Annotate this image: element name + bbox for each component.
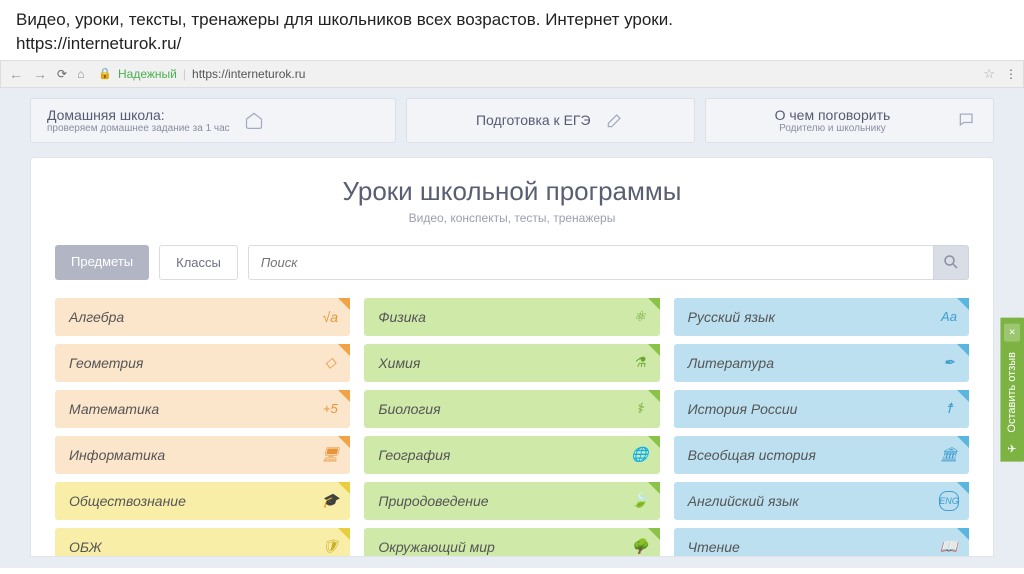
caption-line2: https://interneturok.ru/ bbox=[16, 32, 1008, 56]
banner-home-school[interactable]: Домашняя школа: проверяем домашнее задан… bbox=[30, 98, 396, 143]
banner-title: О чем поговорить bbox=[722, 107, 943, 123]
address-bar[interactable]: 🔒 Надежный | https://interneturok.ru bbox=[98, 67, 305, 81]
main-content: Уроки школьной программы Видео, конспект… bbox=[30, 157, 994, 557]
subject-label: Литература bbox=[688, 355, 774, 371]
chat-icon bbox=[957, 110, 977, 130]
banner-title: Подготовка к ЕГЭ bbox=[476, 112, 591, 128]
subject-label: Чтение bbox=[688, 539, 740, 555]
atom-icon: ⚛ bbox=[630, 307, 650, 327]
subject-world[interactable]: Окружающий мир 🌳 bbox=[364, 528, 659, 557]
subject-nature[interactable]: Природоведение 🍃 bbox=[364, 482, 659, 520]
subject-reading[interactable]: Чтение 📖 bbox=[674, 528, 969, 557]
banner-ege[interactable]: Подготовка к ЕГЭ bbox=[406, 98, 695, 143]
filter-controls: Предметы Классы bbox=[55, 245, 969, 280]
banner-talk[interactable]: О чем поговорить Родителю и школьнику bbox=[705, 98, 994, 143]
reload-icon[interactable]: ⟳ bbox=[57, 67, 67, 81]
tab-classes[interactable]: Классы bbox=[159, 245, 238, 280]
browser-toolbar: ← → ⟳ ⌂ 🔒 Надежный | https://interneturo… bbox=[0, 60, 1024, 88]
promo-banners: Домашняя школа: проверяем домашнее задан… bbox=[0, 98, 1024, 143]
subject-literature[interactable]: Литература ✒ bbox=[674, 344, 969, 382]
subject-english[interactable]: Английский язык ENG bbox=[674, 482, 969, 520]
subject-label: География bbox=[378, 447, 450, 463]
subject-label: Алгебра bbox=[69, 309, 124, 325]
edit-icon bbox=[605, 110, 625, 130]
feedback-label: Оставить отзыв bbox=[1006, 352, 1018, 433]
subject-informatics[interactable]: Информатика 🖥 bbox=[55, 436, 350, 474]
search-input[interactable] bbox=[248, 245, 933, 280]
subject-label: Химия bbox=[378, 355, 420, 371]
banner-subtitle: Родителю и школьнику bbox=[722, 123, 943, 134]
subject-label: Физика bbox=[378, 309, 426, 325]
paperplane-icon: ✈ bbox=[1007, 442, 1016, 455]
banner-title: Домашняя школа: bbox=[47, 107, 230, 123]
page-subtitle: Видео, конспекты, тесты, тренажеры bbox=[55, 211, 969, 225]
shield-icon: 🛡 bbox=[320, 537, 340, 557]
url-text: https://interneturok.ru bbox=[192, 67, 305, 81]
quill-icon: ✒ bbox=[939, 353, 959, 373]
church-icon: ☨ bbox=[939, 399, 959, 419]
dna-icon: ⚕ bbox=[630, 399, 650, 419]
caption-line1: Видео, уроки, тексты, тренажеры для школ… bbox=[16, 8, 1008, 32]
search-button[interactable] bbox=[933, 245, 969, 280]
security-label: Надежный bbox=[118, 67, 177, 81]
forward-icon[interactable]: → bbox=[33, 66, 47, 82]
subject-obzh[interactable]: ОБЖ 🛡 bbox=[55, 528, 350, 557]
subject-chemistry[interactable]: Химия ⚗ bbox=[364, 344, 659, 382]
book-icon: 📖 bbox=[939, 537, 959, 557]
flask-icon: ⚗ bbox=[630, 353, 650, 373]
search-box bbox=[248, 245, 969, 280]
subject-label: Природоведение bbox=[378, 493, 488, 509]
subject-label: Информатика bbox=[69, 447, 165, 463]
gradcap-icon: 🎓 bbox=[320, 491, 340, 511]
globe-icon: 🌐 bbox=[630, 445, 650, 465]
feedback-tab[interactable]: ✈ Оставить отзыв × bbox=[1000, 318, 1024, 462]
slide-caption: Видео, уроки, тексты, тренажеры для школ… bbox=[0, 0, 1024, 60]
page-title: Уроки школьной программы bbox=[55, 176, 969, 207]
bookmark-icon[interactable]: ☆ bbox=[983, 66, 995, 82]
subject-history[interactable]: Всеобщая история 🏛 bbox=[674, 436, 969, 474]
leaf-icon: 🍃 bbox=[630, 491, 650, 511]
subject-physics[interactable]: Физика ⚛ bbox=[364, 298, 659, 336]
house-icon bbox=[244, 110, 264, 130]
sqrt-icon: √a bbox=[320, 307, 340, 327]
tree-icon: 🌳 bbox=[630, 537, 650, 557]
subject-label: Русский язык bbox=[688, 309, 775, 325]
subject-label: Обществознание bbox=[69, 493, 186, 509]
letters-icon: Аа bbox=[939, 307, 959, 327]
subject-label: Геометрия bbox=[69, 355, 143, 371]
tab-subjects[interactable]: Предметы bbox=[55, 245, 149, 280]
plus5-icon: +5 bbox=[320, 399, 340, 419]
subject-russian[interactable]: Русский язык Аа bbox=[674, 298, 969, 336]
subject-biology[interactable]: Биология ⚕ bbox=[364, 390, 659, 428]
search-icon bbox=[942, 253, 960, 271]
subject-social[interactable]: Обществознание 🎓 bbox=[55, 482, 350, 520]
columns-icon: 🏛 bbox=[939, 445, 959, 465]
subject-history-ru[interactable]: История России ☨ bbox=[674, 390, 969, 428]
subject-algebra[interactable]: Алгебра √a bbox=[55, 298, 350, 336]
menu-icon[interactable]: ⋮ bbox=[1005, 67, 1015, 81]
subject-label: ОБЖ bbox=[69, 539, 102, 555]
subject-label: Биология bbox=[378, 401, 440, 417]
home-icon[interactable]: ⌂ bbox=[77, 67, 84, 81]
shapes-icon: ◇ bbox=[320, 353, 340, 373]
subject-geography[interactable]: География 🌐 bbox=[364, 436, 659, 474]
subject-label: Всеобщая история bbox=[688, 447, 816, 463]
subject-label: Английский язык bbox=[688, 493, 799, 509]
subject-label: Математика bbox=[69, 401, 159, 417]
eng-icon: ENG bbox=[939, 491, 959, 511]
subjects-grid: Алгебра √a Физика ⚛ Русский язык Аа Геометр… bbox=[55, 298, 969, 557]
subject-math[interactable]: Математика +5 bbox=[55, 390, 350, 428]
subject-geometry[interactable]: Геометрия ◇ bbox=[55, 344, 350, 382]
close-icon[interactable]: × bbox=[1004, 324, 1020, 342]
monitor-icon: 🖥 bbox=[320, 445, 340, 465]
back-icon[interactable]: ← bbox=[9, 66, 23, 82]
subject-label: Окружающий мир bbox=[378, 539, 494, 555]
subject-label: История России bbox=[688, 401, 798, 417]
page-body: Домашняя школа: проверяем домашнее задан… bbox=[0, 88, 1024, 568]
banner-subtitle: проверяем домашнее задание за 1 час bbox=[47, 123, 230, 134]
lock-icon: 🔒 bbox=[98, 67, 112, 80]
